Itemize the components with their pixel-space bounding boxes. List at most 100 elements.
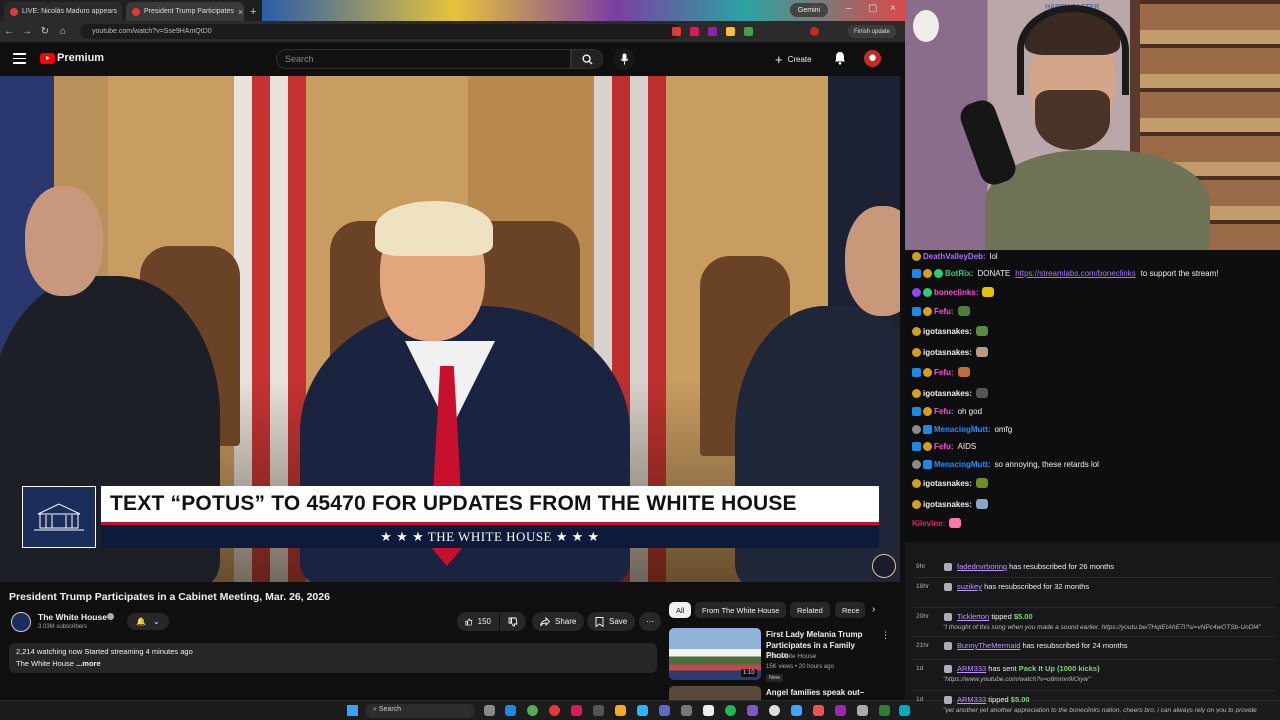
chat-username[interactable]: igotasnakes:	[923, 348, 972, 357]
spotify-icon[interactable]	[725, 705, 736, 716]
event-time: 20hr	[916, 613, 930, 620]
chevron-right-icon[interactable]: ›	[872, 604, 875, 615]
app-icon[interactable]	[703, 705, 714, 716]
taskbar-search[interactable]: ⌕ Search	[365, 704, 475, 718]
new-tab-icon[interactable]: +	[250, 6, 256, 18]
chip-recent[interactable]: Rece	[835, 602, 865, 618]
extension-icon[interactable]	[672, 27, 681, 36]
app-icon[interactable]	[813, 705, 824, 716]
address-bar[interactable]: youtube.com/watch?v=Sse9HAmQtD0	[80, 24, 680, 39]
extension-icon[interactable]	[690, 27, 699, 36]
app-icon[interactable]	[549, 705, 560, 716]
extension-icon[interactable]	[708, 27, 717, 36]
app-icon[interactable]	[681, 705, 692, 716]
video-player[interactable]: TEXT “POTUS” TO 45470 FOR UPDATES FROM T…	[0, 76, 900, 582]
event-username[interactable]: suzikey	[957, 582, 982, 591]
chip-related[interactable]: Related	[790, 602, 830, 618]
search-button[interactable]	[571, 49, 603, 69]
notifications-bell-icon[interactable]	[834, 51, 846, 65]
related-video-title[interactable]: Angel families speak out–	[766, 688, 864, 697]
chat-username[interactable]: boneclinks:	[934, 288, 978, 297]
back-icon[interactable]: ←	[0, 26, 18, 37]
app-icon[interactable]	[899, 705, 910, 716]
more-vertical-icon[interactable]: ⋮	[881, 630, 890, 641]
event-username[interactable]: Ticklerton	[957, 612, 989, 621]
dislike-button[interactable]	[500, 612, 526, 631]
related-video-channel[interactable]: The White House	[766, 653, 816, 660]
event-username[interactable]: fadednvrboring	[957, 562, 1007, 571]
close-tab-icon[interactable]: ×	[238, 7, 243, 17]
event-time: 1d	[916, 696, 924, 703]
obs-icon[interactable]	[769, 705, 780, 716]
voice-search-button[interactable]	[613, 48, 635, 70]
subscription-notifications-button[interactable]: 🔔 ⌄	[127, 613, 169, 630]
chat-username[interactable]: MenacingMutt:	[934, 460, 990, 469]
chat-badge-icon	[912, 347, 921, 357]
chat-username[interactable]: Kilevine:	[912, 519, 945, 528]
chat-username[interactable]: igotasnakes:	[923, 327, 972, 336]
more-actions-button[interactable]: ⋯	[639, 612, 661, 631]
create-button[interactable]: + Create	[775, 51, 812, 67]
close-tab-icon[interactable]: ×	[121, 7, 122, 17]
discord-icon[interactable]	[659, 705, 670, 716]
chat-username[interactable]: igotasnakes:	[923, 389, 972, 398]
chat-username[interactable]: igotasnakes:	[923, 479, 972, 488]
event-username[interactable]: ARM333	[957, 695, 986, 704]
finish-update-button[interactable]: Finish update	[848, 25, 896, 38]
save-button[interactable]: Save	[587, 612, 636, 631]
chat-username[interactable]: Fefu:	[934, 307, 954, 316]
close-window-icon[interactable]: ×	[890, 3, 896, 14]
app-icon[interactable]	[637, 705, 648, 716]
app-icon[interactable]	[835, 705, 846, 716]
chat-username[interactable]: Fefu:	[934, 368, 954, 377]
extension-icon[interactable]	[744, 27, 753, 36]
show-more-link[interactable]: ...more	[76, 659, 101, 668]
chat-badge-icon	[923, 287, 932, 297]
chat-badge-icon	[912, 442, 921, 451]
extension-icon[interactable]	[726, 27, 735, 36]
chat-username[interactable]: BotRix:	[945, 269, 973, 278]
browser-tab-trump[interactable]: President Trump Participates ×	[126, 2, 244, 21]
event-username[interactable]: ARM333	[957, 664, 986, 673]
app-icon[interactable]	[857, 705, 868, 716]
chat-link[interactable]: https://streamlabs.com/boneclinks	[1015, 269, 1136, 278]
minimize-window-icon[interactable]: –	[846, 3, 852, 14]
search-input[interactable]: Search	[276, 49, 571, 69]
taskview-icon[interactable]	[484, 705, 495, 716]
account-avatar[interactable]	[864, 50, 881, 67]
chat-username[interactable]: Fefu:	[934, 442, 954, 451]
forward-icon[interactable]: →	[18, 26, 36, 37]
app-icon[interactable]	[791, 705, 802, 716]
home-icon[interactable]: ⌂	[54, 26, 72, 37]
chat-username[interactable]: igotasnakes:	[923, 500, 972, 509]
app-icon[interactable]	[879, 705, 890, 716]
chip-all[interactable]: All	[669, 602, 692, 618]
channel-avatar[interactable]	[11, 612, 31, 632]
windows-start-icon[interactable]	[347, 705, 358, 716]
chat-username[interactable]: MenacingMutt:	[934, 425, 990, 434]
app-icon[interactable]	[571, 705, 582, 716]
reload-icon[interactable]: ↻	[36, 26, 54, 37]
event-username[interactable]: BunnyTheMermaid	[957, 641, 1020, 650]
youtube-logo-icon[interactable]	[40, 53, 55, 64]
app-icon[interactable]	[593, 705, 604, 716]
app-icon[interactable]	[747, 705, 758, 716]
profile-avatar-icon[interactable]	[810, 27, 819, 36]
chat-username[interactable]: Fefu:	[934, 407, 954, 416]
youtube-premium-brand[interactable]: Premium	[57, 52, 104, 64]
event-message: "yet another yet another appreciation to…	[943, 707, 1257, 713]
file-explorer-icon[interactable]	[615, 705, 626, 716]
gemini-button[interactable]: Gemini	[790, 3, 828, 17]
channel-name[interactable]: The White House	[38, 612, 107, 622]
edge-icon[interactable]	[505, 705, 516, 716]
description-box[interactable]: 2,214 watching now Started streaming 4 m…	[9, 643, 657, 673]
browser-tab-maduro[interactable]: LIVE: Nicolás Maduro appears ×	[4, 2, 122, 21]
like-button[interactable]: 150	[457, 612, 499, 631]
chip-from-white-house[interactable]: From The White House	[695, 602, 787, 618]
hamburger-menu-icon[interactable]	[13, 53, 26, 64]
chat-username[interactable]: DeathValleyDeb:	[923, 252, 986, 261]
chrome-icon[interactable]	[527, 705, 538, 716]
maximize-window-icon[interactable]: ▢	[868, 3, 877, 14]
share-button[interactable]: Share	[532, 612, 585, 631]
related-video-thumbnail[interactable]	[669, 686, 761, 700]
